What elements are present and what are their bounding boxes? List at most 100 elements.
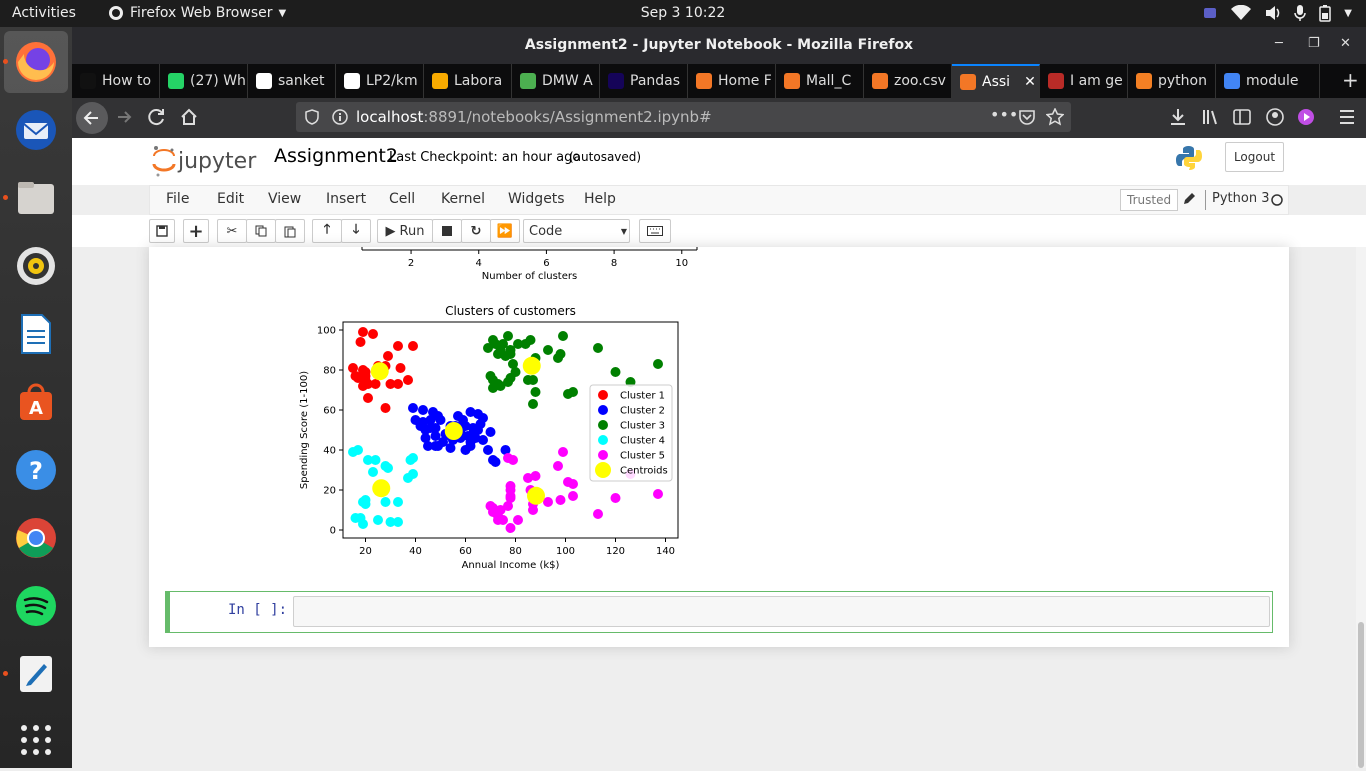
reload-button[interactable] [147,107,167,127]
menu-file[interactable]: File [166,191,189,207]
jupyter-logo-icon [152,146,176,177]
menu-widgets[interactable]: Widgets [508,191,565,207]
logout-button[interactable]: Logout [1225,142,1284,172]
close-tab-icon[interactable]: ✕ [1024,74,1036,90]
dock-files[interactable] [3,167,68,229]
tab[interactable]: python [1128,64,1216,98]
elbow-x-tick-label: 6 [543,258,549,269]
app-menu[interactable]: Firefox Web Browser ▼ [108,5,286,21]
tab-favicon-icon [1136,73,1152,89]
move-up-button[interactable]: 🡑 [312,219,342,243]
trusted-indicator[interactable]: Trusted [1120,189,1179,211]
restart-button[interactable]: ↻ [461,219,491,243]
tab[interactable]: How to [72,64,160,98]
menu-kernel[interactable]: Kernel [441,191,485,207]
menu-help[interactable]: Help [584,191,616,207]
scatter-point [408,403,418,413]
scatter-point [483,445,493,455]
minimize-button[interactable]: ─ [1275,36,1283,51]
save-button[interactable] [149,219,175,243]
code-editor[interactable] [293,596,1270,627]
scatter-point [353,445,363,455]
menu-view[interactable]: View [268,191,301,207]
close-window-button[interactable]: ✕ [1340,36,1351,51]
dock-show-apps[interactable] [4,709,68,771]
tab[interactable]: Mall_C [776,64,864,98]
menu-cell[interactable]: Cell [389,191,415,207]
tab[interactable]: module [1216,64,1320,98]
restart-run-all-button[interactable]: ⏩ [490,219,520,243]
downloads-icon[interactable] [1169,107,1187,127]
dock-spotify[interactable] [4,575,68,637]
dock-help[interactable]: ? [4,439,68,501]
bookmark-star-icon[interactable] [1046,108,1064,126]
scatter-point [453,411,463,421]
dock-rhythmbox[interactable] [4,235,68,297]
sidebar-icon[interactable] [1232,107,1252,127]
tab[interactable]: zoo.csv [864,64,952,98]
account-icon[interactable] [1265,107,1285,127]
code-cell[interactable]: In [ ]: [165,591,1273,633]
scatter-y-tick-label: 40 [323,446,336,457]
scatter-point [475,419,486,429]
cut-button[interactable]: ✂ [217,219,247,243]
hamburger-menu-icon[interactable] [1338,107,1356,127]
menu-edit[interactable]: Edit [217,191,244,207]
scatter-x-tick-label: 140 [656,546,675,557]
legend-label: Cluster 2 [620,406,665,417]
insert-cell-button[interactable]: + [183,219,209,243]
system-tray[interactable]: ▼ [1202,4,1352,22]
tab[interactable]: Home F [688,64,776,98]
tab[interactable]: DMW A [512,64,600,98]
menu-insert[interactable]: Insert [326,191,366,207]
dock-libreoffice-writer[interactable] [4,303,68,365]
url-bar[interactable]: localhost:8891/notebooks/Assignment2.ipy… [296,102,1071,132]
copy-button[interactable] [246,219,276,243]
jupyter-logo[interactable]: jupyter [152,144,256,178]
cell-type-select[interactable]: Code ▼ [523,219,630,243]
run-button[interactable]: ▶ Run [377,219,433,243]
back-button[interactable] [76,102,108,134]
vertical-scrollbar[interactable] [1356,247,1366,768]
scatter-point [610,493,621,503]
interrupt-button[interactable] [432,219,462,243]
tab[interactable]: (27) Wh [160,64,248,98]
tab[interactable]: Pandas [600,64,688,98]
clock[interactable]: Sep 3 10:22 [641,5,726,21]
page-content: jupyter Assignment2 Last Checkpoint: an … [72,138,1366,768]
tab[interactable]: Assi ✕ [952,64,1040,98]
legend-marker [598,420,608,430]
scatter-point [383,463,393,473]
activities-button[interactable]: Activities [12,5,76,21]
move-down-button[interactable]: 🡓 [341,219,371,243]
forward-button[interactable] [114,107,134,127]
home-button[interactable] [179,107,199,127]
paste-button[interactable] [275,219,305,243]
restart-icon: ↻ [470,223,482,239]
notebook-name[interactable]: Assignment2 [274,145,398,167]
pencil-icon[interactable] [1182,192,1196,206]
dock-firefox[interactable] [3,31,68,93]
scatter-point [372,479,391,498]
scatter-point [360,375,371,385]
library-icon[interactable] [1201,107,1221,127]
dock-thunderbird[interactable] [4,99,68,161]
command-palette-button[interactable] [639,219,671,243]
maximize-button[interactable]: ❐ [1308,36,1320,51]
legend-marker [598,435,608,445]
legend-marker [598,390,608,400]
extension-icon[interactable] [1296,107,1316,127]
pocket-icon[interactable] [1018,108,1036,126]
scatter-point [543,345,553,355]
tab[interactable]: sanket [248,64,336,98]
dock-software[interactable]: A [4,371,68,433]
tab[interactable]: LP2/km [336,64,424,98]
scrollbar-thumb[interactable] [1358,622,1364,768]
page-actions-button[interactable]: ••• [990,105,1018,124]
dock-chrome[interactable] [4,507,68,569]
scatter-point [485,427,496,437]
dock-text-editor[interactable] [3,643,68,705]
new-tab-button[interactable]: + [1342,68,1359,92]
tab[interactable]: I am ge [1040,64,1128,98]
tab[interactable]: Labora [424,64,512,98]
